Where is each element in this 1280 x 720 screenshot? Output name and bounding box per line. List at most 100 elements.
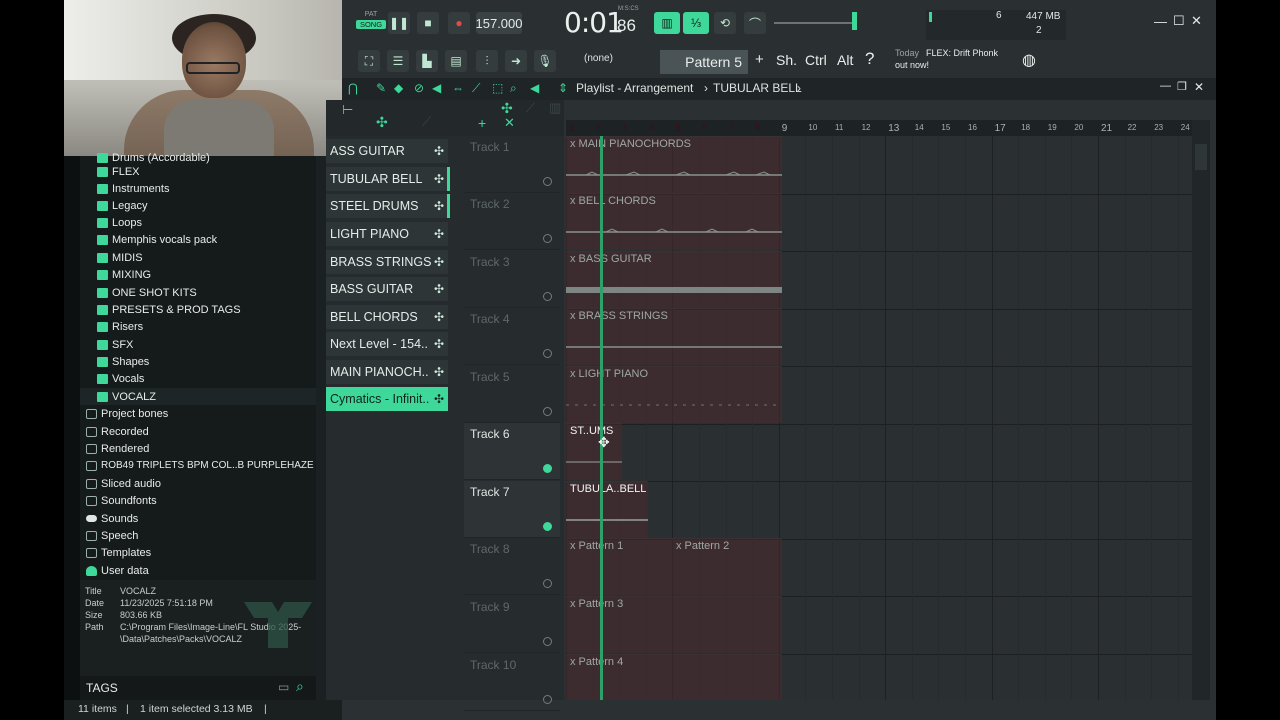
shift-key-indicator[interactable]: Sh. [776,52,797,68]
playlist-grid[interactable]: x MAIN PIANOCHORDS x BELL CHORDS x BASS … [566,136,1192,700]
track-led[interactable] [543,695,552,704]
piano-roll-icon[interactable]: ▙ [416,50,438,72]
track-header-10[interactable]: Track 10 [464,654,560,711]
track-led[interactable] [543,349,552,358]
loop-record-icon[interactable]: ⟲ [714,12,736,34]
hint-icon[interactable]: ? [865,49,874,69]
globe-icon[interactable]: ◍ [1022,50,1036,70]
playback-icon[interactable]: ◀ [530,81,539,95]
track-led[interactable] [543,177,552,186]
search-icon[interactable]: ⌕ [296,678,304,695]
folder-icon[interactable]: ▭ [278,680,289,694]
plugin-picker-icon[interactable]: ➜ [505,50,527,72]
recent-files-icon[interactable]: ⛶ [358,50,380,72]
news-text-2[interactable]: out now! [895,60,929,70]
select-icon[interactable]: ⬚ [492,81,503,95]
add-track-icon[interactable]: + [478,115,486,131]
browser-item-vocals[interactable]: Vocals [97,370,144,387]
breadcrumb-current[interactable]: TUBULAR BELL [713,81,802,95]
add-pattern-icon[interactable]: + [755,51,764,68]
minimize-icon[interactable]: — [1154,14,1167,29]
tempo-display[interactable]: 157.000 [476,12,523,34]
ctrl-key-indicator[interactable]: Ctrl [805,52,827,68]
pat-song-toggle[interactable]: PAT SONG [356,11,386,39]
browser-item-templates[interactable]: Templates [86,544,151,561]
track-header-1[interactable]: Track 1 [464,136,560,193]
stop-button[interactable]: ■ [417,12,439,34]
pattern-select[interactable]: Pattern 5 [660,50,748,74]
panel-divider[interactable] [316,156,326,700]
browser-item-memphis[interactable]: Memphis vocals pack [97,231,217,248]
paint-icon[interactable]: ◆ [394,81,403,95]
track-header-7[interactable]: Track 7 [464,481,560,538]
picker-item-light-piano[interactable]: LIGHT PIANO ✣ [326,222,448,246]
track-header-8[interactable]: Track 8 [464,538,560,595]
clip-brass-strings[interactable]: x BRASS STRINGS [566,308,782,365]
arrangement-arrows-icon[interactable]: ⇕ [558,81,568,95]
browser-item-midis[interactable]: MIDIS [97,249,143,266]
browser-item-legacy[interactable]: Legacy [97,197,147,214]
browser-item-user-data[interactable]: User data [86,562,149,579]
browser-item-project-bones[interactable]: Project bones [86,405,168,422]
clip-light-piano[interactable]: x LIGHT PIANO [566,366,782,423]
collapse-icon[interactable]: ⊢ [342,102,353,118]
picker-item-steel-drums[interactable]: STEEL DRUMS ✣ [326,194,448,218]
clip-tubular-bell[interactable]: TUBULA..BELL [566,481,648,538]
clip-steel-drums[interactable]: ST..UMS [566,423,622,480]
track-led[interactable] [543,464,552,473]
channel-rack-icon[interactable]: ▤ [445,50,467,72]
timeline-ruler[interactable]: 1 2 3 4 5 6 7 8 9 10 11 12 13 14 15 16 17 18 19 20 21 22 23 24 [566,120,1192,136]
browser-item-sliced-audio[interactable]: Sliced audio [86,475,161,492]
browser-item-sfx[interactable]: SFX [97,336,133,353]
link-icon[interactable]: ⟋ [526,100,535,116]
browser-item-speech[interactable]: Speech [86,527,138,544]
clip-main-pianochords[interactable]: x MAIN PIANOCHORDS [566,136,782,193]
pencil-icon[interactable]: ✎ [376,81,386,95]
browser-item-mixing[interactable]: MIXING [97,266,151,283]
vertical-scrollbar[interactable] [1192,120,1210,700]
track-led[interactable] [543,292,552,301]
browser-item-loops[interactable]: Loops [97,214,142,231]
picker-item-tubular-bell[interactable]: TUBULAR BELL ✣ [326,167,448,191]
browser-item-flex[interactable]: FLEX [97,163,140,180]
playlist-icon[interactable]: ☰ [387,50,409,72]
track-header-6[interactable]: Track 6 [464,423,560,480]
play-button[interactable]: ❚❚ [388,12,410,34]
record-button[interactable]: ● [448,12,470,34]
track-led[interactable] [543,407,552,416]
pattern-song-icon[interactable]: ▥ [654,12,680,34]
browser-item-vocalz[interactable]: VOCALZ [80,388,316,405]
zoom-icon[interactable]: ⌕ [510,81,517,96]
track-header-9[interactable]: Track 9 [464,596,560,653]
automation-picker-icon[interactable]: ⟋ [422,114,431,130]
browser-item-shapes[interactable]: Shapes [97,353,149,370]
pattern-picker-icon[interactable]: ✣ [376,114,388,131]
browser-item-soundfonts[interactable]: Soundfonts [86,492,157,509]
clip-pattern-2[interactable]: x Pattern 2 [672,538,782,595]
track-header-4[interactable]: Track 4 [464,308,560,365]
clip-bass-guitar[interactable]: x BASS GUITAR [566,251,782,308]
track-led[interactable] [543,637,552,646]
track-header-5[interactable]: Track 5 [464,366,560,423]
news-text[interactable]: FLEX: Drift Phonk [926,48,998,58]
browser-item-one-shot[interactable]: ONE SHOT KITS [97,284,197,301]
picker-item-bell-chords[interactable]: BELL CHORDS ✣ [326,305,448,329]
picker-item-main-pianochords[interactable]: MAIN PIANOCH.. ✣ [326,360,448,384]
microphone-icon[interactable]: 🎙 [534,50,556,72]
mixer-track-select[interactable]: (none) [584,53,613,64]
slice-icon[interactable]: ⟋ [472,81,480,96]
metronome-icon[interactable]: ⅓ [683,12,709,34]
picker-item-cymatics[interactable]: Cymatics - Infinit.. ✣ [326,387,448,411]
playlist-minimize-icon[interactable]: — [1160,80,1171,92]
remove-track-icon[interactable]: ✕ [504,115,515,131]
breadcrumb-root[interactable]: Playlist - Arrangement [576,81,693,95]
clip-bell-chords[interactable]: x BELL CHORDS [566,193,782,250]
magnet-icon[interactable]: ⋂ [348,81,358,95]
picker-item-bass-guitar[interactable]: BASS GUITAR ✣ [326,277,448,301]
browser-item-rendered[interactable]: Rendered [86,440,149,457]
clip-pattern-3[interactable]: x Pattern 3 [566,596,782,653]
track-led[interactable] [543,579,552,588]
scrollbar-thumb[interactable] [1195,144,1207,170]
browser-item-sounds[interactable]: Sounds [86,510,138,527]
picker-item-bass-guitar-top[interactable]: ASS GUITAR ✣ [326,139,448,163]
